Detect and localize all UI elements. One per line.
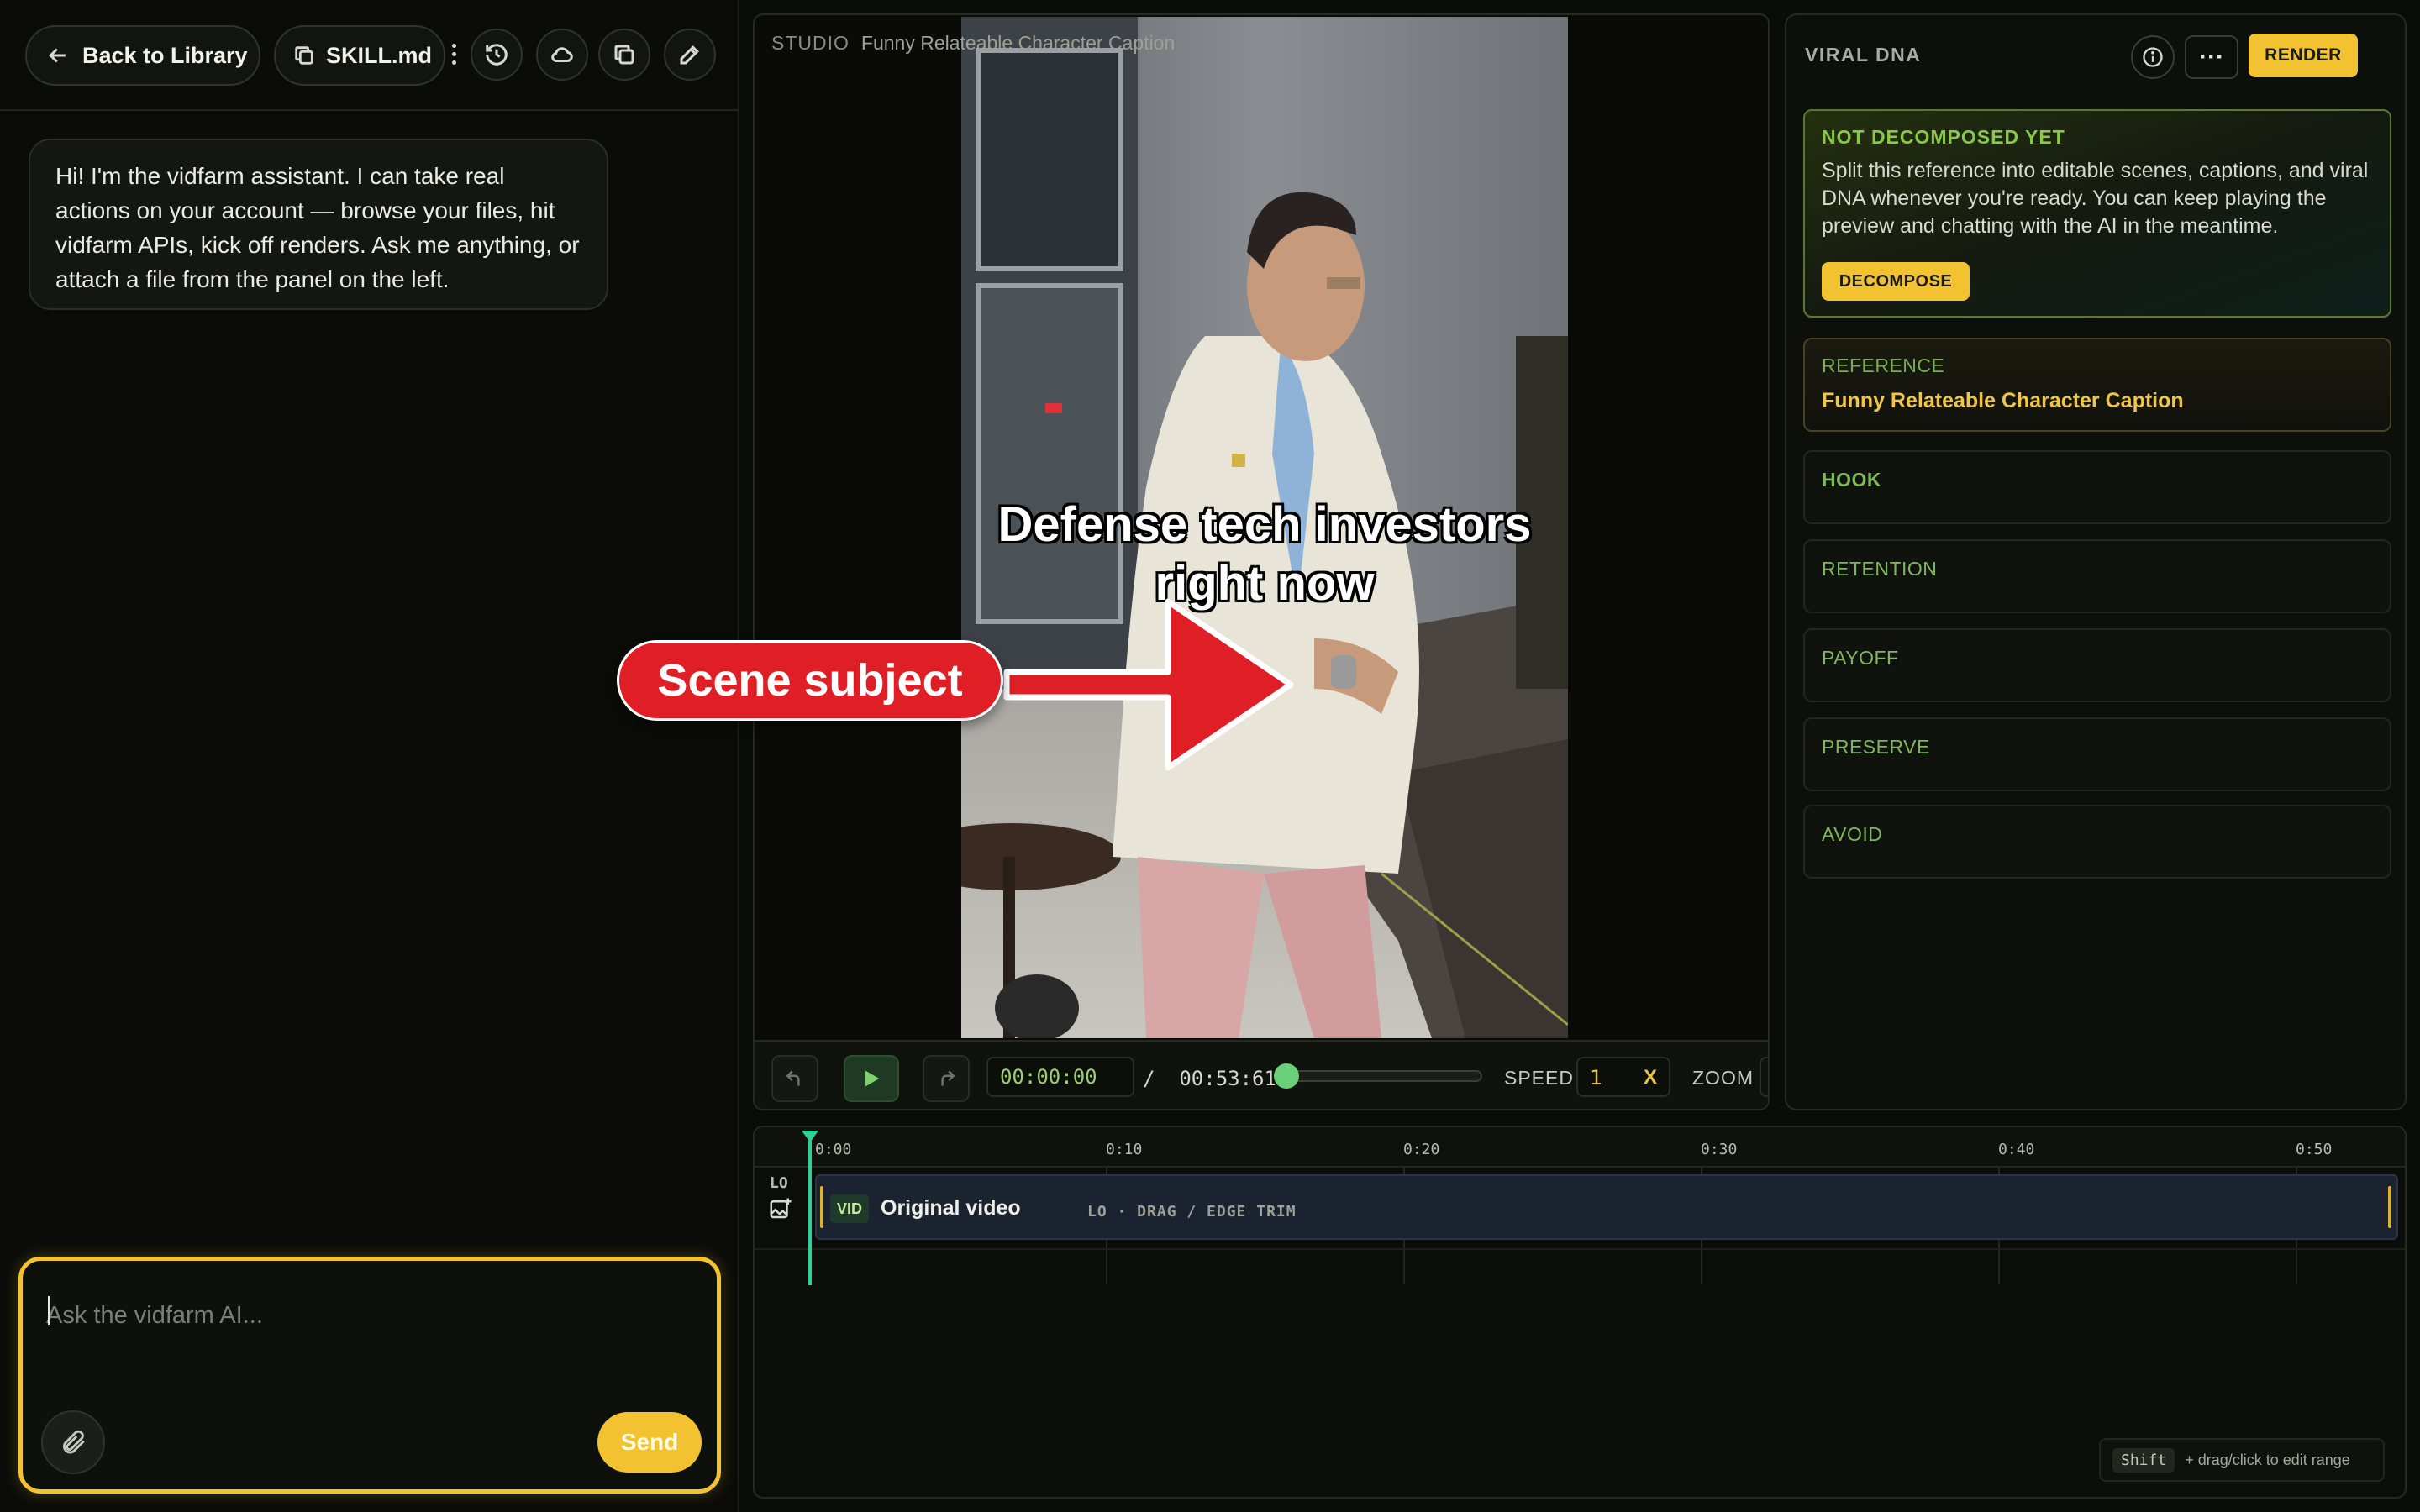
copy-icon [295,46,313,65]
jump-start-button[interactable] [771,1055,818,1102]
duplicate-icon [614,45,634,65]
more-horizontal-icon: ··· [2199,43,2224,71]
arrow-left-icon [49,48,66,63]
speed-unit: X [1643,1066,1657,1089]
current-time-field[interactable]: 00:00:00 [986,1057,1134,1097]
chat-input[interactable] [46,1294,685,1336]
original-video-clip[interactable]: VID Original video LO · DRAG / EDGE TRIM [815,1174,2398,1240]
studio-preview: STUDIO Funny Relateable Character Caption [753,13,1770,1110]
clip-hint: LO · DRAG / EDGE TRIM [1087,1203,1297,1221]
track-label: LO [770,1174,788,1192]
tick-label: 0:00 [815,1141,852,1158]
caption-line-1: Defense tech investors [997,497,1532,552]
studio-header: STUDIO Funny Relateable Character Caption [771,32,1175,55]
pencil-icon [680,45,699,65]
zoom-control[interactable] [1760,1057,1768,1097]
trim-handle-right[interactable] [2388,1186,2391,1228]
edit-button[interactable] [664,29,716,81]
cloud-icon [551,47,573,63]
play-icon [865,1070,880,1087]
back-label: Back to Library [82,42,248,68]
send-button[interactable]: Send [597,1412,702,1473]
not-decomposed-card: NOT DECOMPOSED YET Split this reference … [1803,109,2391,318]
total-time-value: 00:53:61 [1179,1067,1276,1090]
skill-file-button[interactable]: SKILL.md [274,25,445,86]
payoff-section[interactable]: PAYOFF [1803,628,2391,702]
scrub-bar[interactable] [1276,1070,1482,1082]
duplicate-button[interactable] [598,29,650,81]
shift-hint-text: + drag/click to edit range [2185,1451,2350,1468]
time-separator: / [1143,1067,1155,1090]
not-decomposed-title: NOT DECOMPOSED YET [1822,126,2065,148]
corner-up-right-icon [941,1070,955,1086]
decompose-button[interactable]: DECOMPOSE [1822,262,1970,301]
playback-controls: 00:00:00 / 00:53:61 SPEED 1 X ZOOM [755,1040,1768,1109]
chat-panel: Back to Library SKILL.md Hi! I'm the vid… [0,0,739,1512]
clip-name: Original video [881,1196,1021,1220]
scene-subject-callout: Scene subject [617,640,1003,721]
corner-up-left-icon [786,1070,800,1086]
skill-file-label: SKILL.md [326,42,432,68]
speed-field[interactable]: 1 X [1576,1057,1670,1097]
zoom-label: ZOOM [1692,1067,1754,1089]
tick-label: 0:10 [1106,1141,1143,1158]
image-add-icon[interactable] [768,1196,793,1221]
chat-toolbar: Back to Library SKILL.md [0,0,738,111]
avoid-section[interactable]: AVOID [1803,805,2391,879]
timeline-panel: 0:00 0:10 0:20 0:30 0:40 0:50 LO VID Ori… [753,1126,2407,1499]
text-caret [48,1296,50,1325]
callout-arrow-icon [1003,598,1294,771]
track-divider [755,1248,2405,1250]
retention-section[interactable]: RETENTION [1803,539,2391,613]
info-icon [2143,47,2163,67]
render-button[interactable]: RENDER [2249,34,2358,77]
time-ruler[interactable]: 0:00 0:10 0:20 0:30 0:40 0:50 [755,1127,2405,1168]
history-icon [486,44,508,66]
studio-title: Funny Relateable Character Caption [860,32,1176,54]
trim-handle-left[interactable] [820,1186,823,1228]
clip-type-badge: VID [830,1194,870,1223]
jump-end-button[interactable] [923,1055,970,1102]
assistant-message: Hi! I'm the vidfarm assistant. I can tak… [29,139,608,310]
tick-label: 0:20 [1403,1141,1440,1158]
play-button[interactable] [844,1055,899,1102]
reference-label: REFERENCE [1822,354,1945,376]
reference-title: Funny Relateable Character Caption [1822,389,2184,412]
info-button[interactable] [2131,35,2175,79]
viral-dna-panel: VIRAL DNA ··· RENDER NOT DECOMPOSED YET … [1785,13,2407,1110]
tick-label: 0:40 [1998,1141,2035,1158]
back-to-library-button[interactable]: Back to Library [25,25,260,86]
more-options-button[interactable]: ··· [2185,35,2238,79]
hook-section[interactable]: HOOK [1803,450,2391,524]
tick-label: 0:30 [1701,1141,1738,1158]
preserve-section[interactable]: PRESERVE [1803,717,2391,791]
video-frame[interactable]: Defense tech investors right now [961,17,1568,1038]
not-decomposed-body: Split this reference into editable scene… [1822,159,2369,238]
tick-label: 0:50 [2296,1141,2333,1158]
shift-hint: Shift + drag/click to edit range [2099,1438,2385,1482]
studio-label: STUDIO [771,32,850,54]
shift-key: Shift [2112,1447,2175,1473]
speed-value: 1 [1590,1066,1602,1089]
scrub-handle[interactable] [1274,1063,1299,1089]
viral-dna-title: VIRAL DNA [1805,44,1922,66]
playhead[interactable] [808,1134,812,1285]
reference-card[interactable]: REFERENCE Funny Relateable Character Cap… [1803,338,2391,432]
paperclip-icon [62,1430,85,1454]
attach-button[interactable] [41,1410,105,1474]
cloud-button[interactable] [536,29,588,81]
speed-label: SPEED [1504,1067,1574,1089]
more-vertical-icon[interactable] [445,42,462,71]
history-button[interactable] [471,29,523,81]
chat-composer: Send [18,1257,721,1494]
total-time: / 00:53:61 [1143,1067,1276,1090]
